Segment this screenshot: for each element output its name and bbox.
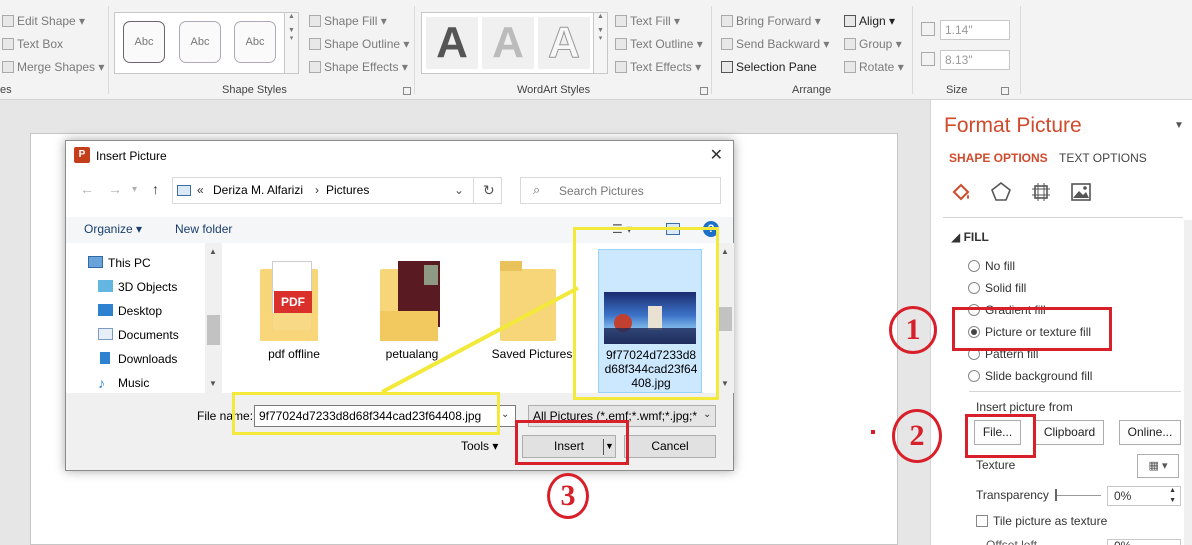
- file-name-highlight: [232, 392, 500, 435]
- insert-button-highlight: [515, 420, 629, 465]
- file-button-highlight: [965, 414, 1036, 458]
- step-2-marker: 2: [892, 409, 942, 463]
- selected-file-highlight: [573, 227, 719, 400]
- step-3-marker: 3: [547, 473, 589, 519]
- picture-fill-highlight: [952, 307, 1112, 351]
- step-1-marker: 1: [889, 306, 937, 354]
- annotation-dot: [871, 430, 875, 434]
